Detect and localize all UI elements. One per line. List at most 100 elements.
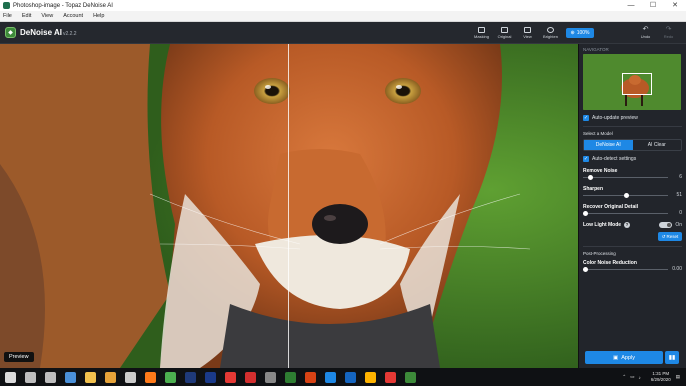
clock[interactable]: 1:31 PM 6/29/2020 (651, 371, 671, 383)
masking-label: Masking (474, 33, 489, 39)
toolbar: ◆ DeNoise AIv2.2.2 Masking Original View… (0, 22, 686, 44)
recover-detail-track[interactable]: 0 (583, 210, 682, 216)
menu-account[interactable]: Account (63, 13, 83, 19)
remove-noise-header: Remove Noise (583, 168, 682, 174)
checkbox-checked-icon: ✓ (583, 115, 589, 121)
menu-file[interactable]: File (3, 13, 12, 19)
app-name: DeNoise AIv2.2.2 (20, 28, 77, 37)
brighten-button[interactable]: Brighten (539, 26, 562, 39)
chrome-icon[interactable] (165, 371, 176, 383)
navigator-thumbnail[interactable] (583, 54, 681, 110)
divider (583, 246, 682, 247)
zoom-value: 100% (576, 29, 590, 36)
menu-bar: File Edit View Account Help (0, 11, 686, 22)
settings-panel: NAVIGATOR ✓ Auto-update preview Select a… (578, 44, 686, 368)
reader-icon[interactable] (385, 371, 396, 383)
view-button[interactable]: View (516, 26, 539, 39)
checkbox-checked-icon: ✓ (583, 156, 589, 162)
apply-options-button[interactable]: ▮▮ (665, 351, 679, 364)
system-tray: ⌃ ▭ ♪ 1:31 PM 6/29/2020 ▤ (622, 371, 680, 383)
low-light-mode-label: Low Light Mode (583, 222, 622, 228)
notifications-icon[interactable]: ▤ (676, 374, 680, 380)
navigator-view-rect[interactable] (622, 73, 652, 95)
volume-icon[interactable]: ♪ (638, 375, 640, 380)
auto-detect-settings-checkbox[interactable]: ✓ Auto-detect settings (583, 156, 682, 162)
sharpen-label: Sharpen (583, 186, 604, 192)
topaz-icon[interactable] (405, 371, 416, 383)
menu-view[interactable]: View (41, 13, 53, 19)
recover-detail-label: Recover Original Detail (583, 204, 639, 210)
save-icon: ▣ (613, 354, 619, 361)
low-light-mode-toggle[interactable] (659, 222, 673, 228)
remove-noise-label: Remove Noise (583, 168, 618, 174)
remove-noise-track[interactable]: 6 (583, 174, 682, 180)
remove-noise-slider[interactable]: Remove Noise 6 (583, 168, 682, 180)
network-icon[interactable]: ▭ (630, 374, 634, 380)
task-view-icon[interactable] (45, 371, 56, 383)
recover-detail-value: 0 (679, 210, 682, 216)
view-label: View (523, 33, 532, 39)
calculator-icon[interactable] (265, 371, 276, 383)
maximize-button[interactable]: ☐ (642, 0, 664, 11)
color-noise-track[interactable]: 0.00 (583, 266, 682, 272)
masking-button[interactable]: Masking (470, 26, 493, 39)
sharpen-track[interactable]: 51 (583, 192, 682, 198)
app-version: v2.2.2 (62, 31, 77, 37)
model-ai-clear[interactable]: AI Clear (633, 140, 682, 150)
remove-noise-knob[interactable] (588, 175, 593, 180)
zoom-button[interactable]: ⊕ 100% (566, 27, 594, 38)
post-processing-title: Post-Processing (583, 251, 616, 256)
word-icon[interactable] (325, 371, 336, 383)
redo-label: Redo (663, 34, 674, 39)
folder-icon[interactable] (105, 371, 116, 383)
minimize-button[interactable]: — (620, 0, 642, 11)
sharpen-slider[interactable]: Sharpen 51 (583, 186, 682, 198)
recover-detail-slider[interactable]: Recover Original Detail 0 (583, 204, 682, 216)
apply-button[interactable]: ▣ Apply (585, 351, 663, 364)
view-tools: Masking Original View Brighten ⊕ 100% ↶ (470, 26, 680, 39)
recover-detail-knob[interactable] (583, 211, 588, 216)
sketch-icon[interactable] (365, 371, 376, 383)
tray-chevron-icon[interactable]: ⌃ (622, 374, 626, 380)
apply-label: Apply (621, 354, 635, 361)
image-canvas[interactable]: Preview (0, 44, 578, 368)
original-button[interactable]: Original (493, 26, 516, 39)
help-icon[interactable]: ? (624, 222, 631, 228)
search-icon[interactable] (25, 371, 36, 383)
taskbar: ⌃ ▭ ♪ 1:31 PM 6/29/2020 ▤ (0, 368, 686, 386)
compare-icon: ▮▮ (668, 355, 676, 361)
drive-icon[interactable] (225, 371, 236, 383)
color-noise-value: 0.00 (672, 266, 682, 272)
photoshop-icon[interactable] (205, 371, 216, 383)
auto-update-preview-checkbox[interactable]: ✓ Auto-update preview (583, 115, 682, 121)
redo-button[interactable]: ↷ Redo (657, 26, 680, 39)
color-noise-label: Color Noise Reduction (583, 260, 637, 266)
color-noise-knob[interactable] (583, 267, 588, 272)
view-icon (524, 26, 531, 33)
excel-icon[interactable] (285, 371, 296, 383)
color-noise-slider[interactable]: Color Noise Reduction 0.00 (583, 260, 682, 272)
menu-help[interactable]: Help (93, 13, 104, 19)
before-after-divider[interactable] (288, 44, 289, 368)
edge-icon[interactable] (345, 371, 356, 383)
firefox-icon[interactable] (145, 371, 156, 383)
menu-edit[interactable]: Edit (22, 13, 31, 19)
reset-icon: ↺ (661, 233, 666, 239)
lightroom-icon[interactable] (185, 371, 196, 383)
file-explorer-icon[interactable] (85, 371, 96, 383)
store-icon[interactable] (125, 371, 136, 383)
slider-line (583, 213, 668, 214)
acrobat-icon[interactable] (245, 371, 256, 383)
model-denoise-ai[interactable]: DeNoise AI (584, 140, 633, 150)
powerpoint-icon[interactable] (305, 371, 316, 383)
sharpen-knob[interactable] (624, 193, 629, 198)
undo-button[interactable]: ↶ Undo (634, 26, 657, 39)
close-button[interactable]: ✕ (664, 0, 686, 11)
windows-start-icon[interactable] (5, 371, 16, 383)
reset-button[interactable]: ↺ Reset (658, 232, 682, 241)
undo-label: Undo (640, 34, 651, 39)
window-controls: — ☐ ✕ (620, 0, 686, 11)
photos-icon[interactable] (65, 371, 76, 383)
app-name-label: DeNoise AI (20, 28, 62, 37)
select-model-title: Select a Model (583, 131, 613, 136)
